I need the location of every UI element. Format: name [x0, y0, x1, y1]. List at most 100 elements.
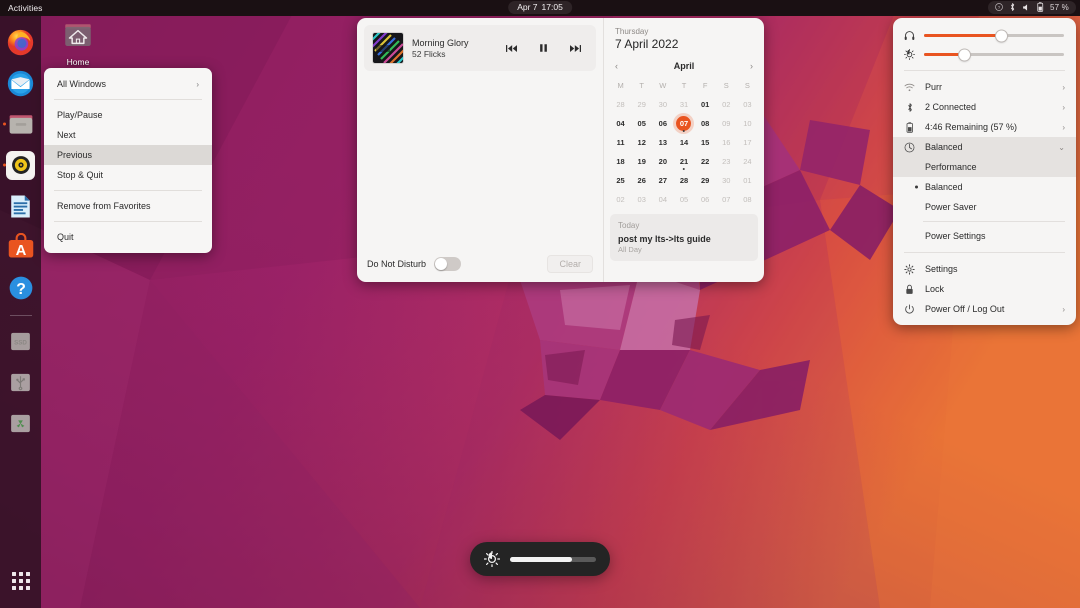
- calendar-day[interactable]: 07: [716, 191, 737, 208]
- calendar-day[interactable]: 31: [673, 96, 694, 113]
- calendar-day[interactable]: 11: [610, 134, 631, 151]
- calendar-day[interactable]: 03: [631, 191, 652, 208]
- volume-slider-track[interactable]: [924, 30, 1064, 41]
- power-profile-power-saver[interactable]: Power Saver: [893, 197, 1076, 217]
- brightness-slider-row[interactable]: [893, 45, 1076, 64]
- power-settings-item[interactable]: Power Settings: [893, 226, 1076, 246]
- power-profile-icon: [903, 142, 916, 153]
- do-not-disturb-label: Do Not Disturb: [367, 259, 427, 269]
- calendar-day[interactable]: 21: [673, 153, 694, 170]
- power-profile-balanced[interactable]: Balanced: [893, 177, 1076, 197]
- calendar-day[interactable]: 29: [695, 172, 716, 189]
- show-applications-button[interactable]: [4, 564, 38, 598]
- sysmenu-item-lock[interactable]: Lock: [893, 279, 1076, 299]
- calendar-day[interactable]: 22: [695, 153, 716, 170]
- calendar-day[interactable]: 26: [631, 172, 652, 189]
- brightness-icon: [484, 551, 500, 567]
- menu-item-all-windows[interactable]: All Windows ›: [44, 74, 212, 94]
- calendar-day[interactable]: 06: [652, 115, 673, 132]
- menu-item-quit[interactable]: Quit: [44, 227, 212, 247]
- calendar-day[interactable]: 05: [631, 115, 652, 132]
- sysmenu-item-power-profile[interactable]: Balanced ⌄: [893, 137, 1076, 157]
- status-menu-button[interactable]: ? 57 %: [988, 1, 1076, 14]
- brightness-slider-knob[interactable]: [959, 49, 971, 60]
- calendar-day[interactable]: 17: [737, 134, 758, 151]
- dock-item-thunderbird[interactable]: [4, 66, 38, 100]
- calendar-day[interactable]: 08: [737, 191, 758, 208]
- pause-icon[interactable]: [539, 43, 548, 53]
- menu-item-previous[interactable]: Previous: [44, 145, 212, 165]
- calendar-day[interactable]: 19: [631, 153, 652, 170]
- dock-item-usb-drive[interactable]: [4, 365, 38, 399]
- calendar-day[interactable]: 02: [610, 191, 631, 208]
- dock-item-help[interactable]: ?: [4, 271, 38, 305]
- menu-item-stop-and-quit[interactable]: Stop & Quit: [44, 165, 212, 185]
- volume-slider-knob[interactable]: [995, 30, 1007, 41]
- calendar-day[interactable]: 10: [737, 115, 758, 132]
- calendar-day[interactable]: 09: [716, 115, 737, 132]
- calendar-day[interactable]: 14: [673, 134, 694, 151]
- calendar-day[interactable]: 24: [737, 153, 758, 170]
- calendar-day[interactable]: 06: [695, 191, 716, 208]
- sysmenu-item-label: 4:46 Remaining (57 %): [925, 122, 1018, 132]
- clear-button[interactable]: Clear: [547, 255, 593, 273]
- menu-item-next[interactable]: Next: [44, 125, 212, 145]
- dock-item-libreoffice-writer[interactable]: [4, 189, 38, 223]
- sysmenu-item-battery[interactable]: 4:46 Remaining (57 %) ›: [893, 117, 1076, 137]
- calendar-day[interactable]: 27: [652, 172, 673, 189]
- calendar-day[interactable]: 29: [631, 96, 652, 113]
- calendar-day[interactable]: 28: [673, 172, 694, 189]
- brightness-slider-track[interactable]: [924, 49, 1064, 60]
- selected-bullet-icon: [915, 185, 918, 189]
- volume-slider-row[interactable]: [893, 26, 1076, 45]
- rhythmbox-icon: [6, 150, 35, 180]
- calendar-day[interactable]: 28: [610, 96, 631, 113]
- calendar-day[interactable]: 20: [652, 153, 673, 170]
- event-title[interactable]: post my lts->lts guide: [618, 234, 750, 244]
- usb-drive-icon: [6, 368, 35, 397]
- lock-icon: [903, 284, 916, 295]
- calendar-day[interactable]: 01: [737, 172, 758, 189]
- calendar-day[interactable]: 04: [652, 191, 673, 208]
- calendar-day[interactable]: 03: [737, 96, 758, 113]
- calendar-day[interactable]: 08: [695, 115, 716, 132]
- calendar-day-today[interactable]: 07: [673, 115, 694, 132]
- calendar-day[interactable]: 05: [673, 191, 694, 208]
- calendar-day[interactable]: 30: [652, 96, 673, 113]
- calendar-day[interactable]: 01: [695, 96, 716, 113]
- sysmenu-item-power-off[interactable]: Power Off / Log Out ›: [893, 299, 1076, 319]
- clock-button[interactable]: Apr 7 17:05: [508, 1, 572, 14]
- calendar-prev-month-button[interactable]: ‹: [615, 61, 629, 71]
- power-profile-performance[interactable]: Performance: [893, 157, 1076, 177]
- dock-context-menu: All Windows › Play/Pause Next Previous S…: [44, 68, 212, 253]
- calendar-day[interactable]: 13: [652, 134, 673, 151]
- menu-item-remove-from-favorites[interactable]: Remove from Favorites: [44, 196, 212, 216]
- dock-item-rhythmbox[interactable]: [2, 148, 38, 182]
- calendar-day[interactable]: 18: [610, 153, 631, 170]
- do-not-disturb-toggle[interactable]: [434, 257, 462, 271]
- calendar-day[interactable]: 25: [610, 172, 631, 189]
- calendar-day[interactable]: 16: [716, 134, 737, 151]
- menu-item-label: Quit: [57, 232, 74, 242]
- dock-item-files[interactable]: [2, 107, 38, 141]
- calendar-day[interactable]: 23: [716, 153, 737, 170]
- calendar-day[interactable]: 02: [716, 96, 737, 113]
- calendar-next-month-button[interactable]: ›: [739, 61, 753, 71]
- calendar-day[interactable]: 04: [610, 115, 631, 132]
- dock-item-trash[interactable]: [4, 406, 38, 440]
- menu-item-play-pause[interactable]: Play/Pause: [44, 105, 212, 125]
- calendar-day[interactable]: 30: [716, 172, 737, 189]
- dock-item-ubuntu-software[interactable]: A: [4, 230, 38, 264]
- media-player-notification[interactable]: Morning Glory 52 Flicks: [364, 25, 596, 71]
- calendar-day[interactable]: 12: [631, 134, 652, 151]
- desktop-icon-home[interactable]: Home: [56, 20, 100, 67]
- dock-item-ssd-drive[interactable]: SSD: [4, 324, 38, 358]
- sysmenu-item-bluetooth[interactable]: 2 Connected ›: [893, 97, 1076, 117]
- skip-previous-icon[interactable]: [506, 44, 517, 53]
- activities-button[interactable]: Activities: [8, 3, 43, 13]
- dock-item-firefox[interactable]: [4, 25, 38, 59]
- sysmenu-item-settings[interactable]: Settings: [893, 259, 1076, 279]
- sysmenu-item-wifi[interactable]: Purr ›: [893, 77, 1076, 97]
- skip-next-icon[interactable]: [570, 44, 581, 53]
- calendar-day[interactable]: 15: [695, 134, 716, 151]
